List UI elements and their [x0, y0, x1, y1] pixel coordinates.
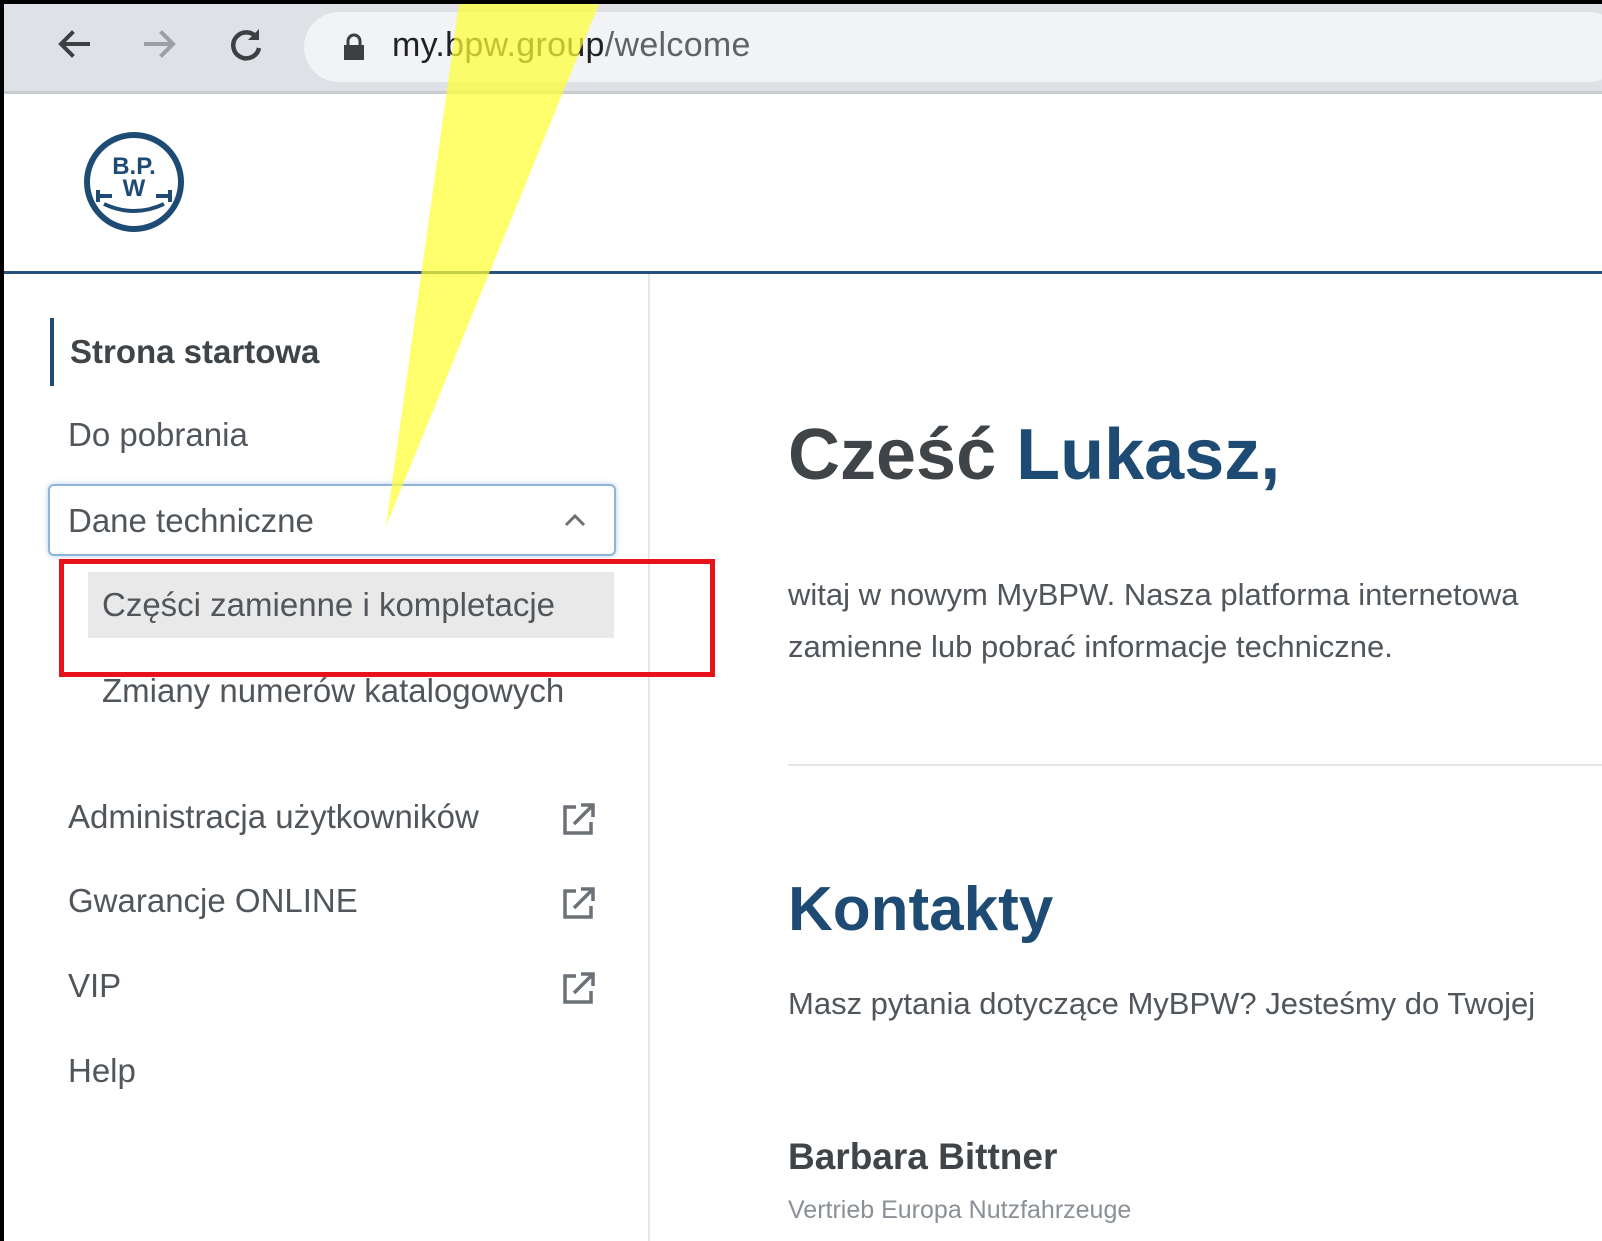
greeting-name: Lukasz, — [1016, 415, 1281, 495]
contacts-heading: Kontakty — [788, 875, 1054, 944]
sidebar-item-downloads[interactable]: Do pobrania — [68, 416, 248, 454]
page-title: Cześć Lukasz, — [788, 414, 1280, 496]
sidebar-item-user-admin[interactable]: Administracja użytkowników — [68, 798, 479, 836]
back-arrow-icon — [58, 30, 90, 58]
sidebar-item-home[interactable]: Strona startowa — [50, 318, 319, 386]
browser-toolbar: my.bpw.group/welcome — [4, 4, 1602, 94]
forward-button[interactable] — [138, 22, 182, 66]
sidebar-item-vip[interactable]: VIP — [68, 967, 121, 1005]
contacts-intro-text: Masz pytania dotyczące MyBPW? Jesteśmy d… — [788, 986, 1536, 1021]
reload-icon — [231, 29, 262, 61]
url-host: my.bpw.group — [392, 26, 605, 64]
url-text[interactable]: my.bpw.group/welcome — [392, 26, 751, 65]
welcome-text: witaj w nowym MyBPW. Nasza platforma int… — [788, 569, 1602, 673]
bpw-logo[interactable]: B.P. W — [82, 130, 186, 234]
external-link-icon[interactable] — [560, 802, 596, 838]
contact-role: Vertrieb Europa Nutzfahrzeuge — [788, 1196, 1132, 1224]
external-link-icon[interactable] — [560, 971, 596, 1007]
sidebar-item-warranty-online[interactable]: Gwarancje ONLINE — [68, 882, 358, 920]
site-header: B.P. W — [4, 94, 1602, 274]
screenshot-frame: my.bpw.group/welcome B.P. W Strona start… — [0, 0, 1602, 1241]
address-bar[interactable]: my.bpw.group/welcome — [304, 12, 1602, 82]
url-path: /welcome — [604, 26, 751, 64]
sidebar-nav: Strona startowa Do pobrania Dane technic… — [4, 274, 715, 1241]
welcome-text-line: zamienne lub pobrać informacje techniczn… — [788, 629, 1393, 664]
divider — [788, 764, 1602, 766]
sidebar-item-technical-data[interactable]: Dane techniczne — [48, 484, 616, 556]
welcome-text-line: witaj w nowym MyBPW. Nasza platforma int… — [788, 577, 1519, 612]
reload-button[interactable] — [224, 22, 268, 66]
lock-icon — [344, 33, 364, 60]
greeting-prefix: Cześć — [788, 415, 1017, 495]
forward-arrow-icon — [144, 30, 176, 58]
contact-name: Barbara Bittner — [788, 1136, 1058, 1177]
main-content: Cześć Lukasz, witaj w nowym MyBPW. Nasza… — [650, 274, 1602, 1241]
sidebar-item-help[interactable]: Help — [68, 1052, 136, 1090]
external-link-icon[interactable] — [560, 886, 596, 922]
sidebar-item-label: Dane techniczne — [68, 502, 314, 539]
chevron-up-icon — [564, 513, 586, 527]
svg-text:W: W — [123, 175, 146, 202]
red-highlight-box — [59, 559, 715, 677]
back-button[interactable] — [52, 22, 96, 66]
